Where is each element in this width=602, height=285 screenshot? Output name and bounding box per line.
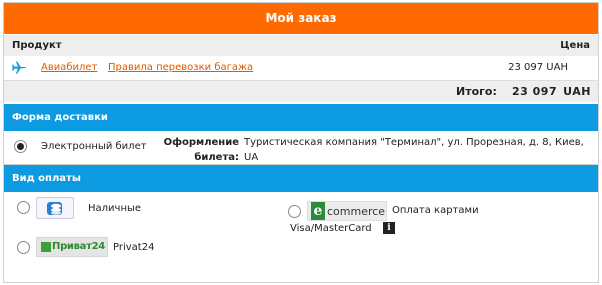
- column-product: Продукт: [12, 40, 62, 51]
- product-row: Авиабилет Правила перевозки багажа 23 09…: [4, 56, 598, 80]
- baggage-rules-link[interactable]: Правила перевозки багажа: [108, 62, 253, 73]
- eticket-radio[interactable]: [14, 140, 27, 153]
- ecommerce-radio[interactable]: [288, 205, 301, 218]
- order-panel: Мой заказ Продукт Цена Авиабилет Правила…: [3, 2, 599, 283]
- airplane-icon: [12, 61, 26, 74]
- cash-radio[interactable]: [17, 201, 30, 214]
- order-title: Мой заказ: [4, 3, 598, 34]
- privat24-label: Privat24: [113, 242, 155, 253]
- ticket-link[interactable]: Авиабилет: [41, 62, 97, 73]
- delivery-options: Электронный билет Оформление билета: Тур…: [4, 131, 598, 165]
- cash-icon: [36, 197, 74, 219]
- cash-label: Наличные: [88, 203, 142, 214]
- payment-section-title: Вид оплаты: [12, 173, 81, 184]
- total-label: Итого:: [456, 85, 497, 98]
- issuance-label: Оформление билета:: [163, 137, 239, 163]
- total-value: 23 097: [512, 85, 558, 98]
- issuance-address: Туристическая компания "Терминал", ул. П…: [244, 137, 584, 163]
- info-icon[interactable]: i: [383, 222, 395, 234]
- eticket-label: Электронный билет: [41, 141, 147, 152]
- delivery-section-title: Форма доставки: [12, 112, 108, 123]
- ecommerce-label: Оплата картами: [392, 205, 479, 216]
- product-table-header: Продукт Цена: [4, 35, 598, 56]
- total-row: Итого: 23 097 UAH: [4, 80, 598, 102]
- ecommerce-logo: e commerce: [307, 201, 387, 221]
- payment-section-header: Вид оплаты: [4, 165, 598, 192]
- product-price: 23 097 UAH: [508, 62, 568, 73]
- ecommerce-label-cards: Visa/MasterCard: [290, 223, 372, 234]
- total-currency: UAH: [563, 85, 591, 98]
- delivery-section-header: Форма доставки: [4, 104, 598, 131]
- privat24-logo: Приват24: [36, 237, 108, 257]
- column-price: Цена: [560, 40, 590, 51]
- privat24-radio[interactable]: [17, 241, 30, 254]
